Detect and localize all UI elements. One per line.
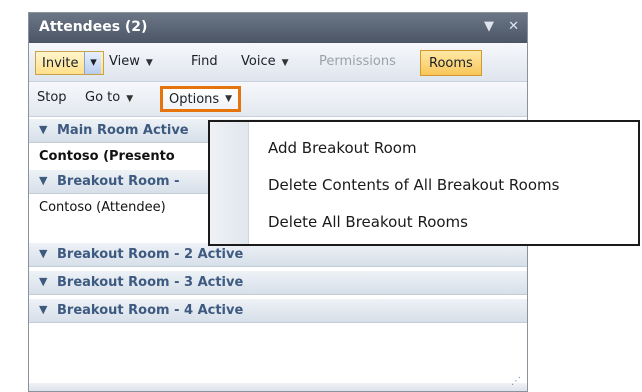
chevron-down-icon[interactable]: ▾ [84, 52, 102, 74]
panel-status-bar [29, 383, 527, 391]
permissions-button[interactable]: Permissions [319, 54, 396, 69]
group-label: Main Room Active [57, 123, 189, 138]
view-menu[interactable]: View ▼ [109, 54, 153, 69]
rooms-toolbar: Stop Go to ▼ [29, 82, 527, 117]
menu-item-delete-contents[interactable]: Delete Contents of All Breakout Rooms [250, 169, 636, 201]
find-label: Find [191, 54, 218, 69]
panel-window-controls: ▼ ✕ [474, 19, 519, 34]
stop-button[interactable]: Stop [37, 90, 67, 105]
menu-icon-gutter [210, 122, 249, 244]
chevron-down-icon[interactable]: ▼ [39, 123, 47, 136]
group-header-breakout-3[interactable]: ▼ Breakout Room - 3 Active [29, 271, 527, 295]
chevron-down-icon: ▼ [281, 58, 289, 68]
resize-grip-icon[interactable]: ⋰ [511, 376, 521, 387]
invite-label: Invite [42, 55, 79, 71]
panel-title-bar: Attendees (2) ▼ ✕ [29, 13, 527, 43]
close-icon[interactable]: ✕ [508, 19, 519, 34]
rooms-label: Rooms [429, 55, 473, 71]
group-header-breakout-2[interactable]: ▼ Breakout Room - 2 Active [29, 243, 527, 267]
view-label: View [109, 54, 140, 69]
voice-label: Voice [241, 54, 276, 69]
panel-title: Attendees (2) [39, 19, 148, 35]
options-label: Options [169, 91, 220, 107]
options-dropdown-menu: Add Breakout Room Delete Contents of All… [208, 120, 640, 246]
invite-button[interactable]: Invite ▾ [35, 51, 105, 75]
attendee-name: Contoso (Presento [39, 149, 175, 164]
menu-item-label: Delete Contents of All Breakout Rooms [268, 176, 560, 194]
options-menu-button[interactable]: Options ▼ [160, 86, 242, 112]
chevron-down-icon[interactable]: ▼ [39, 275, 47, 288]
rooms-button[interactable]: Rooms [420, 50, 482, 76]
menu-item-add-breakout-room[interactable]: Add Breakout Room [250, 132, 636, 164]
chevron-down-icon: ▼ [145, 58, 153, 68]
chevron-down-icon[interactable]: ▼ [39, 303, 47, 316]
group-label: Breakout Room - 2 Active [57, 247, 244, 262]
chevron-down-icon: ▼ [225, 94, 233, 104]
chevron-down-icon[interactable]: ▼ [39, 174, 47, 187]
stop-label: Stop [37, 90, 67, 105]
menu-item-label: Delete All Breakout Rooms [268, 213, 468, 231]
voice-menu[interactable]: Voice ▼ [241, 54, 289, 69]
menu-item-label: Add Breakout Room [268, 139, 417, 157]
group-header-breakout-4[interactable]: ▼ Breakout Room - 4 Active [29, 299, 527, 323]
group-label: Breakout Room - [57, 174, 180, 189]
permissions-label: Permissions [319, 54, 396, 69]
find-button[interactable]: Find [191, 54, 218, 69]
menu-item-delete-all-rooms[interactable]: Delete All Breakout Rooms [250, 206, 636, 238]
goto-menu[interactable]: Go to ▼ [85, 90, 133, 105]
chevron-down-icon: ▼ [126, 94, 134, 104]
chevron-down-icon[interactable]: ▼ [39, 247, 47, 260]
dropdown-arrow-icon[interactable]: ▼ [484, 19, 494, 34]
attendee-name: Contoso (Attendee) [39, 200, 166, 215]
attendees-toolbar: Invite ▾ View ▼ Find Voice ▼ Permissions R… [29, 43, 527, 82]
goto-label: Go to [85, 90, 121, 105]
group-label: Breakout Room - 4 Active [57, 303, 244, 318]
group-label: Breakout Room - 3 Active [57, 275, 244, 290]
